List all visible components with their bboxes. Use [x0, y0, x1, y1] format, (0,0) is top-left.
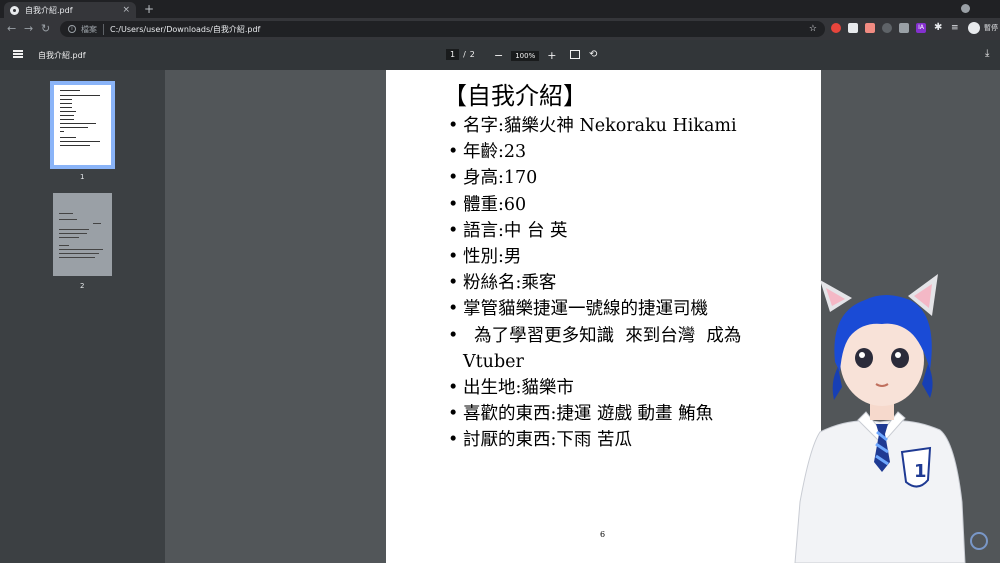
- extension-icon[interactable]: [899, 23, 909, 33]
- fit-page-icon[interactable]: [570, 50, 580, 59]
- zoom-controls: − 100% +: [494, 49, 556, 62]
- zoom-in-button[interactable]: +: [547, 49, 556, 62]
- download-icon[interactable]: ⤓: [985, 48, 989, 59]
- thumbnail-label: 1: [80, 173, 85, 181]
- profile-status[interactable]: 暫停: [984, 23, 998, 33]
- current-page-input[interactable]: 1: [446, 49, 460, 60]
- list-item: 粉絲名:乘客: [448, 270, 788, 296]
- back-arrow-icon[interactable]: ←: [7, 21, 16, 37]
- extension-icon[interactable]: [848, 23, 858, 33]
- puzzle-icon[interactable]: ✱: [934, 23, 944, 33]
- document-title: 自我介紹.pdf: [38, 51, 86, 60]
- menu-icon[interactable]: [13, 50, 23, 58]
- thumbnail-label: 2: [80, 282, 85, 290]
- zoom-out-button[interactable]: −: [494, 49, 503, 62]
- vtuber-avatar: 1: [794, 274, 966, 563]
- list-item: 出生地:貓樂市: [448, 375, 788, 401]
- page-number: 6: [600, 530, 606, 539]
- rotate-icon[interactable]: ⟲: [589, 49, 597, 60]
- intro-list: 名字:貓樂火神 Nekoraku Hikami 年齡:23 身高:170 體重:…: [448, 113, 788, 454]
- list-item: 討厭的東西:下雨 苦瓜: [448, 427, 788, 453]
- cat-logo-icon: [970, 532, 988, 550]
- page-thumbnail-2[interactable]: [53, 193, 112, 276]
- info-icon[interactable]: i: [68, 25, 76, 33]
- avatar-badge-number: 1: [914, 461, 927, 482]
- browser-tab[interactable]: 自我介紹.pdf ×: [4, 2, 136, 18]
- avatar[interactable]: [968, 22, 980, 34]
- tab-title: 自我介紹.pdf: [25, 5, 73, 15]
- address-bar[interactable]: i 檔案 C:/Users/user/Downloads/自我介紹.pdf ☆: [60, 21, 825, 37]
- new-tab-button[interactable]: +: [144, 2, 154, 16]
- list-item: 性別:男: [448, 244, 788, 270]
- extension-icon[interactable]: [865, 23, 875, 33]
- zoom-level-input[interactable]: 100%: [511, 50, 540, 61]
- chrome-icon: [10, 5, 19, 15]
- extension-icon[interactable]: [831, 23, 841, 33]
- extension-icon[interactable]: [882, 23, 892, 33]
- extension-icon[interactable]: IA: [916, 23, 926, 33]
- forward-arrow-icon[interactable]: →: [24, 21, 33, 37]
- reading-list-icon[interactable]: ≡: [951, 23, 961, 33]
- list-item-continuation: Vtuber: [463, 351, 524, 372]
- page-selector: 1 / 2: [446, 49, 475, 60]
- list-item: 體重:60: [448, 192, 788, 218]
- security-label: 檔案: [81, 23, 104, 35]
- pdf-page: 【自我介紹】 名字:貓樂火神 Nekoraku Hikami 年齡:23 身高:…: [386, 70, 821, 563]
- reload-icon[interactable]: ↻: [41, 21, 50, 37]
- list-item: 年齡:23: [448, 139, 788, 165]
- page-thumbnail-1[interactable]: [50, 81, 115, 169]
- bookmark-star-icon[interactable]: ☆: [809, 24, 817, 34]
- tab-search-icon[interactable]: [961, 4, 970, 13]
- pdf-toolbar: 自我介紹.pdf 1 / 2 − 100% + ⟲ ⤓: [0, 40, 1000, 70]
- page-title: 【自我介紹】: [443, 82, 587, 110]
- browser-tab-bar: 自我介紹.pdf × +: [0, 0, 1000, 18]
- browser-toolbar: ← → ↻ i 檔案 C:/Users/user/Downloads/自我介紹.…: [0, 18, 1000, 40]
- list-item: 掌管貓樂捷運一號線的捷運司機: [448, 296, 788, 322]
- page-separator: /: [463, 50, 466, 59]
- list-item: 身高:170: [448, 165, 788, 191]
- url-text[interactable]: C:/Users/user/Downloads/自我介紹.pdf: [110, 24, 260, 35]
- list-item: 名字:貓樂火神 Nekoraku Hikami: [448, 113, 788, 139]
- thumbnail-sidebar: 1 2: [0, 70, 165, 563]
- list-item: 語言:中 台 英: [448, 218, 788, 244]
- total-pages: 2: [469, 50, 475, 59]
- list-item: 喜歡的東西:捷運 遊戲 動畫 鮪魚: [448, 401, 788, 427]
- close-tab-icon[interactable]: ×: [122, 5, 130, 15]
- list-item: 為了學習更多知識 來到台灣 成為: [448, 323, 788, 349]
